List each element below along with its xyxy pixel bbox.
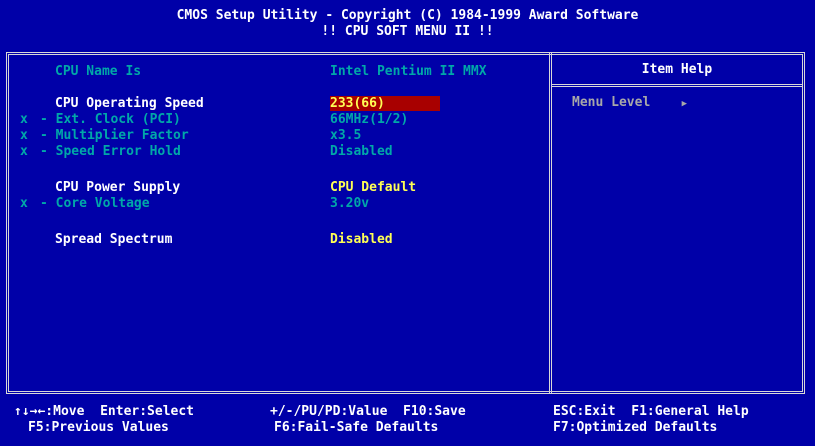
spread-spectrum-value[interactable]: Disabled [330, 232, 393, 247]
cpu-speed-field[interactable]: 233(66) [330, 96, 440, 111]
footer-move-select: ↑↓→←:Move Enter:Select [14, 404, 195, 419]
speed-error-value: Disabled [330, 144, 393, 159]
footer-keys: ↑↓→←:Move Enter:Select F5:Previous Value… [0, 400, 815, 446]
cpu-name-value: Intel Pentium II MMX [330, 64, 487, 79]
panel-divider [549, 52, 552, 394]
help-separator [552, 84, 802, 87]
speed-error-prefix: x [20, 144, 28, 159]
multiplier-value: x3.5 [330, 128, 362, 143]
ext-clock-prefix: x [20, 112, 28, 127]
menu-title: !! CPU SOFT MENU II !! [321, 24, 494, 39]
footer-previous-values: F5:Previous Values [28, 420, 169, 435]
power-supply-label: CPU Power Supply [55, 180, 181, 195]
header-bar: CMOS Setup Utility - Copyright (C) 1984-… [0, 0, 815, 50]
speed-error-label: - Speed Error Hold [40, 144, 181, 159]
menu-level-label: Menu Level [572, 95, 651, 110]
core-voltage-prefix: x [20, 196, 28, 211]
menu-level: Menu Level ▶ [572, 95, 687, 110]
multiplier-label: - Multiplier Factor [40, 128, 189, 143]
spread-spectrum-label: Spread Spectrum [55, 232, 173, 247]
power-supply-value[interactable]: CPU Default [330, 180, 416, 195]
ext-clock-label: - Ext. Clock (PCI) [40, 112, 181, 127]
cpu-speed-value[interactable]: 233(66) [330, 96, 440, 111]
title-copyright: CMOS Setup Utility - Copyright (C) 1984-… [176, 8, 639, 23]
core-voltage-value: 3.20v [330, 196, 370, 211]
arrow-right-icon: ▶ [681, 99, 688, 109]
footer-fail-safe: F6:Fail-Safe Defaults [274, 420, 439, 435]
multiplier-prefix: x [20, 128, 28, 143]
cpu-speed-label: CPU Operating Speed [55, 96, 204, 111]
footer-exit-help: ESC:Exit F1:General Help [553, 404, 749, 419]
core-voltage-label: - Core Voltage [40, 196, 150, 211]
ext-clock-value: 66MHz(1/2) [330, 112, 409, 127]
cpu-name-label: CPU Name Is [55, 64, 142, 79]
footer-optimized: F7:Optimized Defaults [553, 420, 718, 435]
footer-value-save: +/-/PU/PD:Value F10:Save [270, 404, 466, 419]
item-help-title: Item Help [641, 62, 713, 77]
